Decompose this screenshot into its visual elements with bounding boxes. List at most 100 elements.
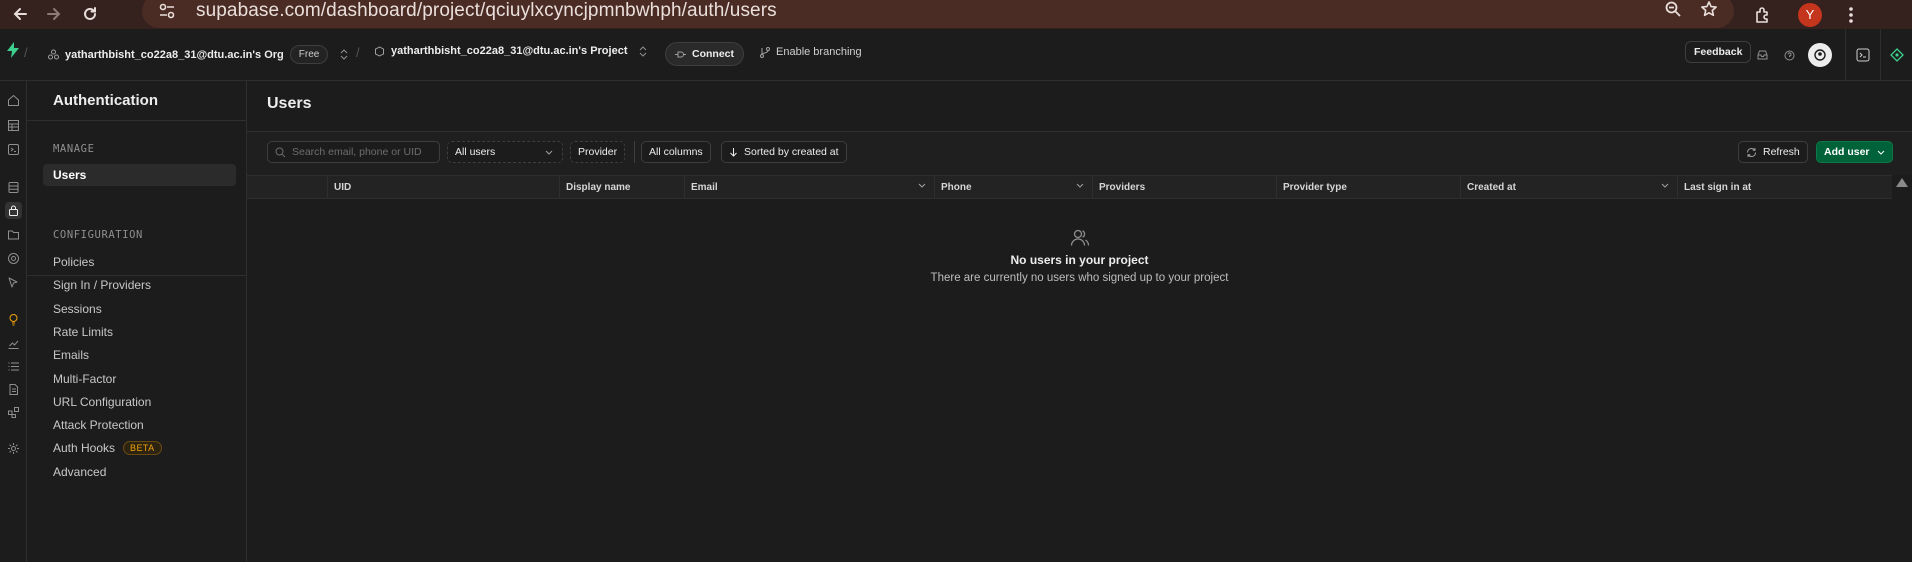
sidebar-item-auth-hooks[interactable]: Auth Hooks BETA (53, 441, 162, 455)
connect-label: Connect (692, 48, 734, 60)
browser-menu-icon[interactable] (1848, 6, 1854, 24)
forward-button[interactable] (40, 0, 68, 28)
edge-functions-icon[interactable] (5, 274, 22, 291)
reports-chart-icon[interactable] (5, 335, 22, 352)
add-user-label: Add user (1824, 146, 1870, 158)
sidebar-item-label: URL Configuration (53, 395, 152, 409)
column-header-uid[interactable]: UID (327, 176, 559, 199)
api-docs-icon[interactable] (5, 381, 22, 398)
user-avatar[interactable] (1808, 43, 1832, 67)
column-header-created-at[interactable]: Created at (1460, 176, 1677, 199)
auth-sidebar: Authentication MANAGE Users CONFIGURATIO… (27, 81, 247, 562)
assistant-icon[interactable] (1890, 48, 1904, 62)
column-header-providers[interactable]: Providers (1092, 176, 1276, 199)
logs-list-icon[interactable] (5, 358, 22, 375)
column-header-provider-type[interactable]: Provider type (1276, 176, 1460, 199)
empty-state-subtitle: There are currently no users who signed … (930, 272, 1229, 284)
page-title: Users (267, 95, 312, 112)
user-circle-icon (1814, 49, 1826, 61)
feedback-button[interactable]: Feedback (1685, 41, 1752, 63)
chevron-down-icon[interactable] (1661, 183, 1669, 188)
site-settings-icon[interactable] (158, 2, 176, 20)
authentication-lock-icon[interactable] (5, 202, 22, 219)
connect-button[interactable]: Connect (665, 42, 744, 66)
plan-badge: Free (289, 45, 329, 64)
sidebar-item-advanced[interactable]: Advanced (53, 465, 106, 479)
column-header-phone[interactable]: Phone (934, 176, 1092, 199)
zoom-icon[interactable] (1664, 0, 1682, 18)
users-icon (1070, 229, 1090, 247)
home-icon[interactable] (5, 92, 22, 109)
sidebar-item-label: Attack Protection (53, 418, 144, 432)
sidebar-item-multi-factor[interactable]: Multi-Factor (53, 372, 116, 386)
sidebar-item-emails[interactable]: Emails (53, 348, 89, 362)
sidebar-item-label: Users (53, 168, 87, 182)
scroll-up-arrow[interactable] (1896, 178, 1908, 187)
project-breadcrumb[interactable]: yatharthbisht_co22a8_31@dtu.ac.in's Proj… (374, 45, 647, 57)
column-header-label: Providers (1099, 182, 1146, 193)
add-user-button[interactable]: Add user (1816, 141, 1893, 163)
chevrons-updown-icon[interactable] (639, 45, 647, 57)
user-filter-value: All users (455, 146, 496, 158)
project-box-icon (374, 45, 385, 57)
storage-folder-icon[interactable] (5, 226, 22, 243)
profile-avatar[interactable]: Y (1798, 2, 1822, 27)
enable-branching-button[interactable]: Enable branching (760, 46, 862, 58)
chevrons-updown-icon[interactable] (340, 49, 348, 60)
refresh-icon (1746, 147, 1757, 158)
terminal-icon[interactable] (1856, 48, 1870, 62)
inbox-icon[interactable] (1757, 50, 1768, 60)
sidebar-item-label: Auth Hooks (53, 441, 116, 455)
browser-toolbar: supabase.com/dashboard/project/qciuylxcy… (0, 0, 1912, 29)
chevron-down-icon[interactable] (1076, 183, 1084, 188)
extensions-icon[interactable] (1754, 6, 1772, 24)
column-header-label: UID (334, 182, 352, 193)
refresh-button[interactable]: Refresh (1738, 141, 1808, 163)
sidebar-item-url-configuration[interactable]: URL Configuration (53, 395, 151, 409)
sidebar-item-label: Sign In / Providers (53, 278, 152, 292)
sidebar-item-sessions[interactable]: Sessions (53, 302, 102, 316)
settings-gear-icon[interactable] (5, 440, 22, 457)
sidebar-item-label: Rate Limits (53, 325, 114, 339)
nav-rail (0, 81, 27, 562)
advisors-lightbulb-icon[interactable] (5, 311, 22, 328)
search-input[interactable]: Search email, phone or UID (267, 141, 440, 163)
column-header-label: Display name (566, 182, 631, 193)
sql-editor-icon[interactable] (5, 141, 22, 158)
sidebar-item-label: Sessions (53, 302, 102, 316)
back-button[interactable] (6, 0, 34, 28)
address-bar[interactable]: supabase.com/dashboard/project/qciuylxcy… (142, 0, 1734, 28)
help-icon[interactable] (1784, 50, 1795, 61)
integrations-icon[interactable] (5, 404, 22, 421)
sidebar-item-policies[interactable]: Policies (53, 255, 94, 269)
user-filter-select[interactable]: All users (447, 141, 563, 163)
sidebar-item-users[interactable]: Users (43, 164, 236, 186)
sort-button[interactable]: Sorted by created at (721, 141, 847, 163)
plug-icon (675, 50, 686, 59)
reload-button[interactable] (76, 0, 104, 28)
search-icon (275, 147, 286, 158)
sidebar-item-sign-in-providers[interactable]: Sign In / Providers (53, 278, 151, 292)
database-icon[interactable] (5, 179, 22, 196)
sidebar-item-attack-protection[interactable]: Attack Protection (53, 418, 144, 432)
project-name: yatharthbisht_co22a8_31@dtu.ac.in's Proj… (391, 45, 628, 57)
chevron-down-icon (545, 150, 553, 155)
arrow-down-icon (729, 147, 738, 157)
column-header-label: Phone (941, 182, 972, 193)
column-header-last-sign-in-at[interactable]: Last sign in at (1677, 176, 1892, 199)
table-editor-icon[interactable] (5, 117, 22, 134)
column-header-email[interactable]: Email (684, 176, 934, 199)
columns-button[interactable]: All columns (641, 141, 711, 163)
bookmark-star-icon[interactable] (1700, 0, 1718, 18)
provider-filter-button[interactable]: Provider (570, 141, 626, 163)
supabase-logo-icon[interactable] (6, 42, 20, 58)
search-placeholder: Search email, phone or UID (292, 146, 422, 158)
realtime-icon[interactable] (5, 250, 22, 267)
sidebar-item-rate-limits[interactable]: Rate Limits (53, 325, 113, 339)
chevron-down-icon[interactable] (918, 183, 926, 188)
app-header: / yatharthbisht_co22a8_31@dtu.ac.in's Or… (0, 29, 1912, 81)
sort-label: Sorted by created at (744, 146, 839, 158)
org-name: yatharthbisht_co22a8_31@dtu.ac.in's Org (65, 48, 284, 61)
org-breadcrumb[interactable]: yatharthbisht_co22a8_31@dtu.ac.in's Org … (48, 45, 348, 64)
column-header-display-name[interactable]: Display name (559, 176, 684, 199)
